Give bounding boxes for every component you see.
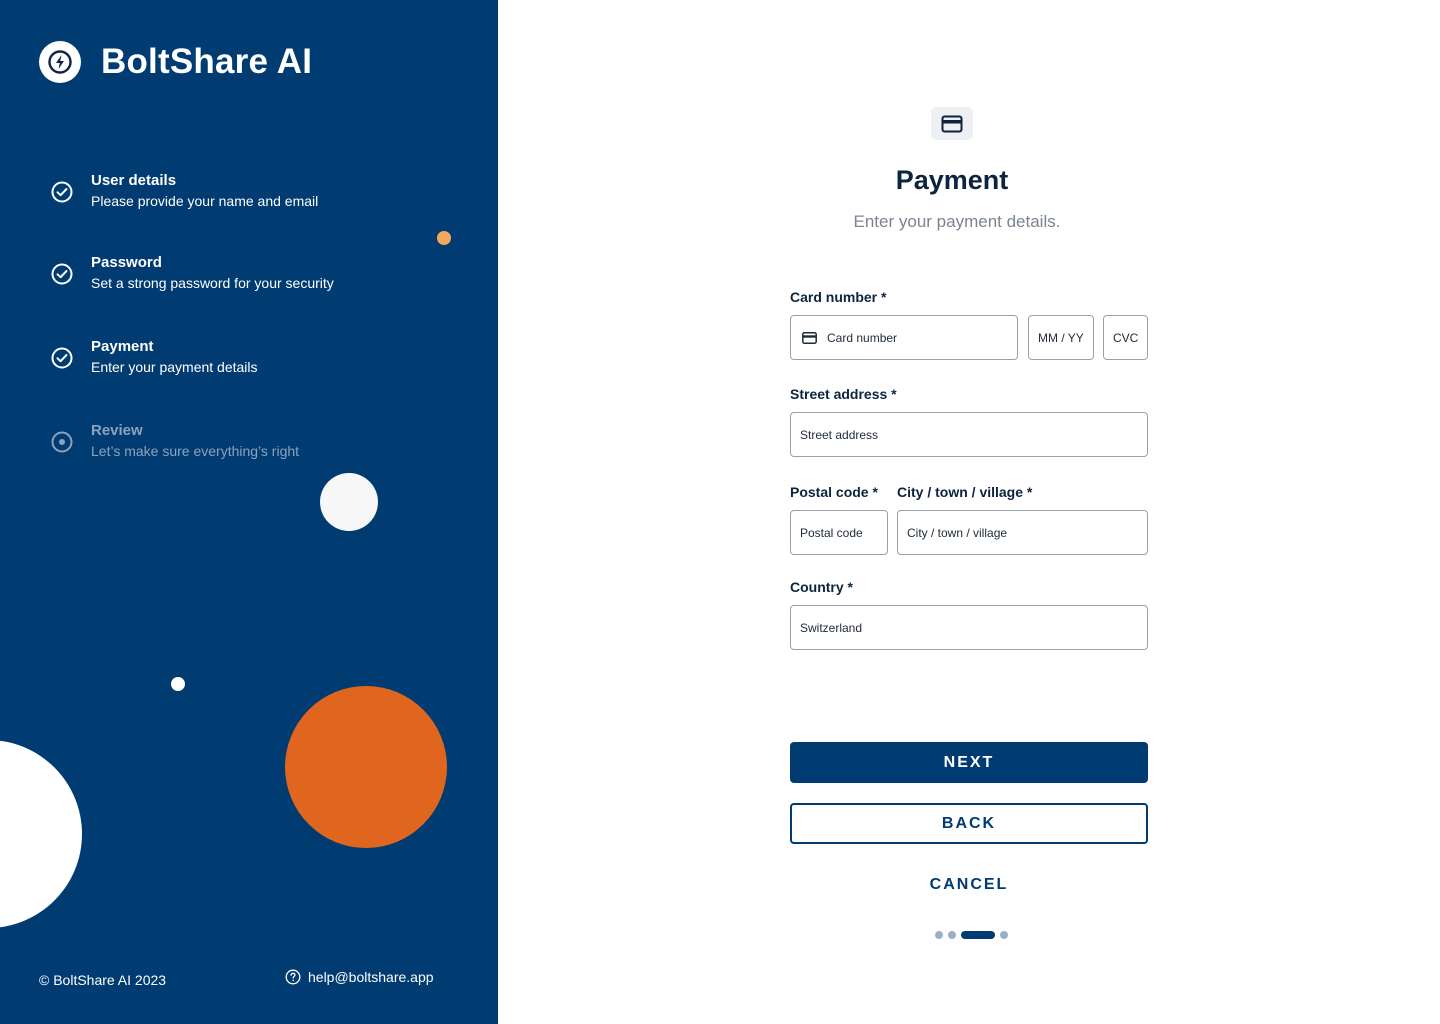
credit-card-icon bbox=[802, 331, 817, 344]
card-number-input[interactable]: Card number bbox=[790, 315, 1018, 360]
country-label: Country * bbox=[790, 579, 853, 595]
step-description: Enter your payment details bbox=[91, 359, 258, 375]
card-number-label: Card number * bbox=[790, 289, 887, 305]
step-description: Set a strong password for your security bbox=[91, 275, 334, 291]
city-input[interactable]: City / town / village bbox=[897, 510, 1148, 555]
country-input[interactable]: Switzerland bbox=[790, 605, 1148, 650]
decorative-circle-large-white bbox=[0, 740, 82, 928]
decorative-circle-white bbox=[320, 473, 378, 531]
expiry-input[interactable]: MM / YY bbox=[1028, 315, 1094, 360]
back-button[interactable]: BACK bbox=[790, 803, 1148, 844]
postal-code-placeholder: Postal code bbox=[800, 525, 863, 540]
brand[interactable]: BoltShare AI bbox=[39, 41, 312, 83]
step-payment[interactable]: Payment Enter your payment details bbox=[50, 338, 470, 377]
country-value: Switzerland bbox=[800, 620, 863, 635]
step-user-details[interactable]: User details Please provide your name an… bbox=[50, 172, 470, 211]
brand-name: BoltShare AI bbox=[101, 42, 313, 81]
page: BoltShare AI User details Please provide… bbox=[0, 0, 1440, 1024]
pagination-dot-active[interactable] bbox=[961, 931, 995, 939]
payment-form-panel: Payment Enter your payment details. Card… bbox=[498, 0, 1440, 1024]
city-label: City / town / village * bbox=[897, 484, 1033, 500]
sidebar: BoltShare AI User details Please provide… bbox=[0, 0, 498, 1024]
street-address-label: Street address * bbox=[790, 386, 897, 402]
check-circle-icon bbox=[51, 263, 73, 285]
step-title: Review bbox=[91, 422, 143, 439]
city-placeholder: City / town / village bbox=[907, 525, 1008, 540]
bolt-icon bbox=[39, 41, 81, 83]
decorative-dot-orange bbox=[437, 231, 451, 245]
step-pagination bbox=[935, 931, 1013, 939]
credit-card-icon bbox=[931, 107, 973, 140]
pagination-dot[interactable] bbox=[935, 931, 943, 939]
postal-code-input[interactable]: Postal code bbox=[790, 510, 888, 555]
step-review[interactable]: Review Let’s make sure everything’s righ… bbox=[50, 422, 470, 461]
help-email-link[interactable]: help@boltshare.app bbox=[285, 969, 434, 985]
check-circle-icon bbox=[51, 347, 73, 369]
step-title: Password bbox=[91, 254, 162, 271]
decorative-circle-orange bbox=[285, 686, 447, 848]
decorative-dot-white bbox=[171, 677, 185, 691]
step-description: Let’s make sure everything’s right bbox=[91, 443, 300, 459]
pagination-dot[interactable] bbox=[948, 931, 956, 939]
page-subtitle: Enter your payment details. bbox=[853, 212, 1061, 231]
help-circle-icon bbox=[285, 969, 301, 985]
expiry-placeholder: MM / YY bbox=[1038, 330, 1084, 345]
card-number-placeholder: Card number bbox=[827, 330, 898, 345]
step-password[interactable]: Password Set a strong password for your … bbox=[50, 254, 470, 293]
next-button[interactable]: NEXT bbox=[790, 742, 1148, 783]
street-address-input[interactable]: Street address bbox=[790, 412, 1148, 457]
copyright: © BoltShare AI 2023 bbox=[39, 972, 167, 988]
check-circle-icon bbox=[51, 181, 73, 203]
street-address-placeholder: Street address bbox=[800, 427, 879, 442]
step-title: Payment bbox=[91, 338, 154, 355]
help-email: help@boltshare.app bbox=[308, 969, 434, 985]
postal-code-label: Postal code * bbox=[790, 484, 878, 500]
cvc-placeholder: CVC bbox=[1113, 330, 1139, 345]
cancel-button[interactable]: CANCEL bbox=[790, 864, 1148, 905]
step-description: Please provide your name and email bbox=[91, 193, 319, 209]
radio-dot-icon bbox=[51, 431, 73, 453]
cvc-input[interactable]: CVC bbox=[1103, 315, 1148, 360]
page-title: Payment bbox=[895, 165, 1009, 195]
step-title: User details bbox=[91, 172, 177, 189]
pagination-dot[interactable] bbox=[1000, 931, 1008, 939]
